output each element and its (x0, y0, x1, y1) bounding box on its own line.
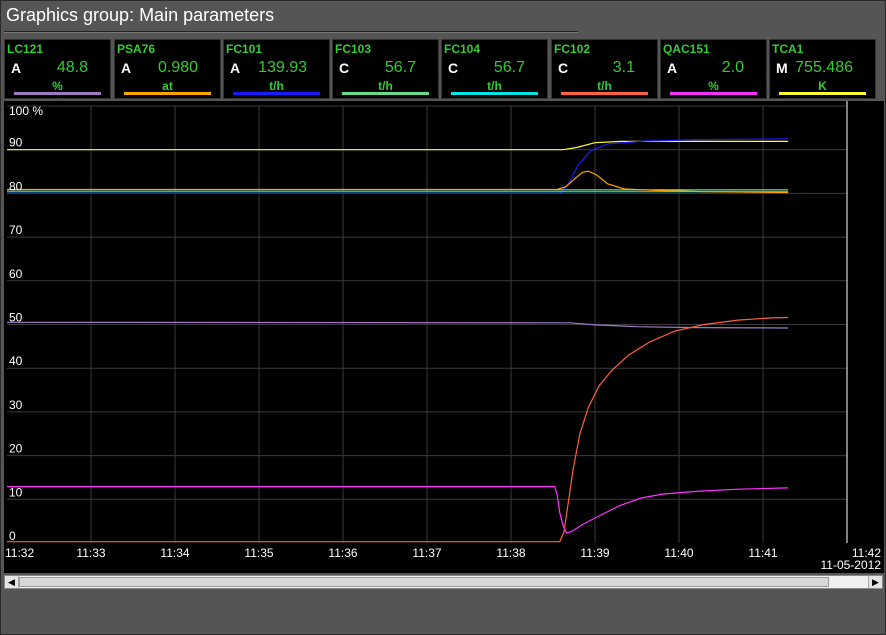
y-tick-label: 60 (9, 267, 23, 281)
x-tick-label: 11:38 (496, 546, 525, 560)
param-name: FC102 (554, 42, 591, 56)
series-color-swatch (670, 92, 757, 95)
param-fc102[interactable]: FC102 C 3.1 t/h (551, 39, 658, 99)
param-value: 2.0 (721, 59, 744, 76)
x-tick-label: 11:33 (76, 546, 105, 560)
y-tick-label: 70 (9, 223, 23, 237)
param-name: LC121 (7, 42, 44, 56)
scroll-right-icon[interactable]: ▶ (868, 576, 882, 588)
chart-background (4, 101, 884, 573)
chart-date: 11-05-2012 (821, 558, 882, 572)
x-tick-label: 11:39 (580, 546, 609, 560)
param-unit: t/h (378, 79, 393, 93)
y-tick-label: 20 (9, 442, 23, 456)
param-unit: t/h (269, 79, 284, 93)
param-unit: at (162, 79, 173, 93)
scrollbar-thumb[interactable] (19, 577, 829, 587)
y-tick-label: 50 (9, 311, 23, 325)
y-unit-label: 100 % (9, 104, 43, 118)
param-mode: C (558, 60, 569, 76)
param-value: 755.486 (795, 59, 853, 76)
param-unit: % (52, 79, 63, 93)
param-mode: A (11, 60, 22, 76)
param-unit: K (818, 79, 827, 93)
param-mode: C (448, 60, 459, 76)
window-title: Graphics group: Main parameters (6, 5, 275, 25)
param-value: 56.7 (384, 59, 416, 76)
trend-chart[interactable]: 11:32 11:33 11:34 11:35 11:36 11:37 11:38 11:39… (4, 101, 884, 573)
param-tca1[interactable]: TCA1 M 755.486 K (769, 39, 876, 99)
x-tick-label: 11:40 (664, 546, 693, 560)
param-fc103[interactable]: FC103 C 56.7 t/h (332, 39, 439, 99)
param-mode: A (121, 60, 132, 76)
param-name: FC103 (335, 42, 372, 56)
param-name: FC101 (226, 42, 263, 56)
param-name: FC104 (444, 42, 481, 56)
param-unit: t/h (597, 79, 612, 93)
param-qac151[interactable]: QAC151 A 2.0 % (660, 39, 767, 99)
param-unit: % (708, 79, 719, 93)
param-value: 48.8 (56, 59, 88, 76)
param-unit: t/h (487, 79, 502, 93)
series-color-swatch (451, 92, 538, 95)
series-color-swatch (124, 92, 211, 95)
param-name: PSA76 (117, 42, 156, 56)
x-tick-label: 11:32 (5, 546, 34, 560)
series-color-swatch (233, 92, 320, 95)
scroll-left-icon[interactable]: ◀ (5, 576, 19, 588)
x-tick-label: 11:37 (412, 546, 441, 560)
param-name: QAC151 (663, 42, 710, 56)
y-tick-label: 10 (9, 485, 23, 499)
window: Graphics group: Main parameters LC121 A … (0, 0, 886, 635)
series-color-swatch (561, 92, 648, 95)
y-tick-label: 0 (9, 529, 16, 543)
x-tick-label: 11:36 (328, 546, 357, 560)
param-value: 3.1 (612, 59, 635, 76)
x-tick-label: 11:35 (244, 546, 273, 560)
y-tick-label: 30 (9, 398, 23, 412)
parameter-panel: LC121 A 48.8 % PSA76 A 0.980 at FC101 A … (4, 39, 880, 100)
param-mode: C (339, 60, 350, 76)
y-tick-label: 90 (9, 136, 23, 150)
param-value: 0.980 (157, 59, 198, 76)
param-lc121[interactable]: LC121 A 48.8 % (4, 39, 111, 99)
time-scrollbar[interactable]: ◀ ▶ (4, 575, 883, 589)
x-tick-label: 11:41 (748, 546, 777, 560)
param-value: 56.7 (493, 59, 525, 76)
param-name: TCA1 (772, 42, 804, 56)
series-color-swatch (342, 92, 429, 95)
title-divider (4, 31, 578, 33)
param-fc104[interactable]: FC104 C 56.7 t/h (441, 39, 548, 99)
x-tick-label: 11:34 (160, 546, 189, 560)
param-psa76[interactable]: PSA76 A 0.980 at (114, 39, 221, 99)
series-color-swatch (14, 92, 101, 95)
y-tick-label: 40 (9, 354, 23, 368)
param-fc101[interactable]: FC101 A 139.93 t/h (223, 39, 330, 99)
param-value: 139.93 (258, 59, 307, 76)
y-tick-label: 80 (9, 179, 23, 193)
series-color-swatch (779, 92, 866, 95)
param-mode: M (776, 60, 788, 76)
param-mode: A (667, 60, 678, 76)
param-mode: A (230, 60, 241, 76)
